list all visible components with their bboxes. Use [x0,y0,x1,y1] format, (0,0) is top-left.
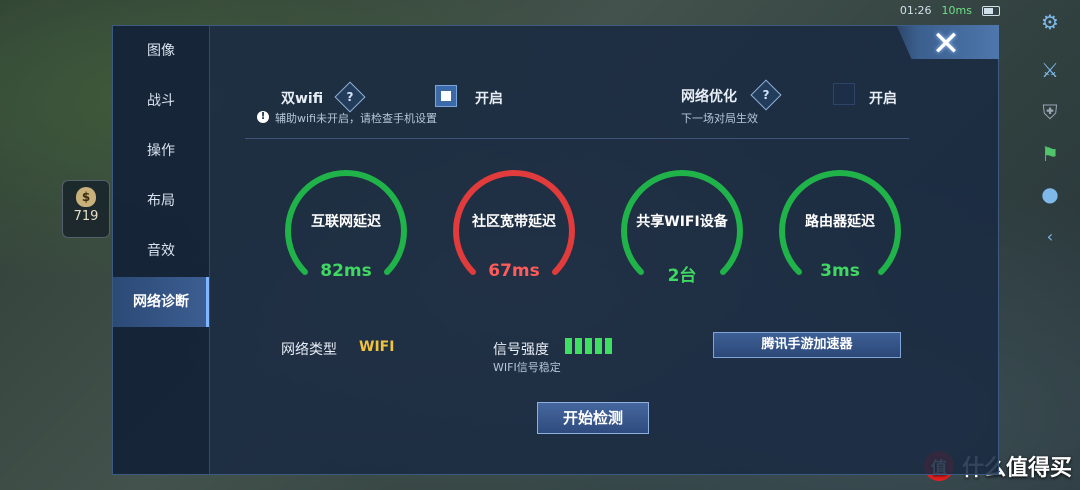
net-opt-title: 网络优化 [681,89,737,105]
signal-bar [605,338,612,354]
gauge-shared-wifi-devices: 共享WIFI设备 2台 [617,166,747,296]
dual-wifi-checkbox[interactable] [435,85,457,107]
net-opt-toggle-label: 开启 [869,91,897,107]
signal-bar [595,338,602,354]
gauge-label: 互联网延迟 [311,214,381,230]
gauge-value: 82ms [320,261,372,281]
net-opt-hint: 下一场对局生效 [681,112,758,125]
accelerator-button[interactable]: 腾讯手游加速器 [713,332,901,358]
dual-wifi-title: 双wifi [281,91,324,107]
gauge-community-broadband-latency: 社区宽带延迟 67ms [449,166,579,296]
signal-bar [575,338,582,354]
tab-network-diagnosis[interactable]: 网络诊断 [113,277,209,327]
gauge-label: 社区宽带延迟 [472,214,556,230]
settings-panel: ✕ 图像 战斗 操作 布局 音效 网络诊断 双wifi ? 开启 ! 辅助wif… [112,25,999,475]
gauge-router-latency: 路由器延迟 3ms [775,166,905,296]
signal-bar [585,338,592,354]
tab-controls[interactable]: 操作 [113,129,209,173]
gold-amount: 719 [73,209,99,224]
net-opt-help-icon[interactable]: ? [750,79,782,111]
settings-sidebar: 图像 战斗 操作 布局 音效 网络诊断 [113,26,210,474]
gauge-label: 共享WIFI设备 [636,214,728,230]
gauge-value: 67ms [488,261,540,281]
flag-icon[interactable]: ⚑ [1034,138,1066,170]
shield-icon[interactable]: ⛨ [1034,96,1066,128]
signal-strength-bars [565,338,612,354]
status-bar: 01:26 10ms [900,4,1000,17]
tab-sound[interactable]: 音效 [113,229,209,273]
network-diagnosis-content: 双wifi ? 开启 ! 辅助wifi未开启，请检查手机设置 网络优化 ? 开启… [209,26,998,474]
signal-bar [565,338,572,354]
gauge-value: 2台 [667,266,697,286]
gauge-label: 路由器延迟 [805,214,875,230]
tab-layout[interactable]: 布局 [113,179,209,223]
dual-wifi-toggle-label: 开启 [475,91,503,107]
sword-icon[interactable]: ⚔ [1034,54,1066,86]
tab-combat[interactable]: 战斗 [113,79,209,123]
right-rail: ⚙ ⚔ ⛨ ⚑ ● ‹ [1028,0,1072,490]
warning-icon: ! [257,111,269,123]
section-divider [245,138,909,139]
dual-wifi-help-icon[interactable]: ? [334,81,366,113]
ping-readout: 10ms [941,4,972,17]
gear-icon[interactable]: ⚙ [1034,6,1066,38]
dual-wifi-hint: 辅助wifi未开启，请检查手机设置 [275,112,437,125]
money-bag-icon: $ [76,187,96,207]
gauge-internet-latency: 互联网延迟 82ms [281,166,411,296]
network-type-label: 网络类型 [281,342,337,358]
network-type-value: WIFI [359,339,395,355]
battery-icon [982,5,1000,16]
chevron-left-icon[interactable]: ‹ [1034,220,1066,252]
signal-strength-label: 信号强度 [493,342,549,358]
chat-icon[interactable]: ● [1034,178,1066,210]
gauge-value: 3ms [820,261,860,281]
tab-graphics[interactable]: 图像 [113,29,209,73]
net-opt-checkbox[interactable] [833,83,855,105]
signal-strength-hint: WIFI信号稳定 [493,361,561,374]
start-detection-button[interactable]: 开始检测 [537,402,649,434]
gold-counter[interactable]: $ 719 [62,180,110,238]
clock: 01:26 [899,4,932,17]
